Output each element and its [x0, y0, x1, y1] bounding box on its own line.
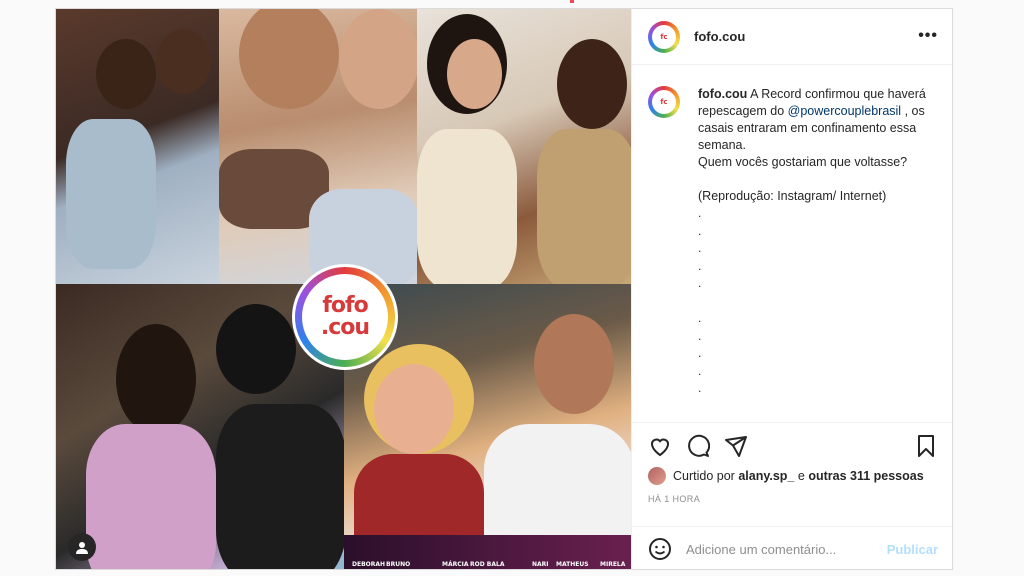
couple-tag: ROD BALA — [470, 561, 505, 568]
avatar[interactable]: fc — [648, 86, 680, 118]
comment-bar: Publicar — [632, 526, 952, 569]
caption-dot: . — [698, 276, 702, 290]
top-strip — [0, 0, 1024, 8]
bookmark-icon[interactable] — [914, 434, 938, 458]
likes-middle: e — [797, 469, 805, 483]
photo-panel-1 — [56, 9, 219, 284]
avatar-logo: fc — [652, 24, 676, 49]
post-sidebar: fc fofo.cou ••• fc fofo.cou A Record con… — [631, 9, 952, 569]
user-tag-icon[interactable] — [68, 533, 96, 561]
liker-avatar[interactable] — [648, 467, 666, 485]
fofo-cou-logo: fofo .cou — [292, 264, 398, 370]
comment-icon[interactable] — [686, 434, 710, 458]
emoji-icon[interactable] — [648, 537, 672, 561]
logo-text: .cou — [320, 315, 370, 340]
caption-line: Quem vocês gostariam que voltasse? — [698, 155, 908, 169]
caption-dot: . — [698, 381, 702, 395]
heart-icon[interactable] — [648, 434, 672, 458]
couple-tag: NARI — [532, 561, 549, 568]
post-header: fc fofo.cou ••• — [632, 9, 952, 65]
caption-text: fofo.cou A Record confirmou que haverá r… — [698, 86, 928, 205]
likes-prefix: Curtido por — [673, 469, 735, 483]
avatar[interactable]: fc — [648, 20, 680, 53]
caption-dot: . — [698, 311, 702, 325]
share-icon[interactable] — [724, 434, 748, 458]
caption-dot: . — [698, 346, 702, 360]
comment-input[interactable] — [686, 541, 887, 557]
caption-mention[interactable]: @powercouplebrasil — [788, 104, 901, 118]
couple-tag: MATHEUS — [556, 561, 589, 568]
couple-tag: DEBORAH — [352, 561, 386, 568]
caption-area: fc fofo.cou A Record confirmou que haver… — [632, 66, 952, 422]
header-username[interactable]: fofo.cou — [694, 29, 745, 44]
caption-dot: . — [698, 206, 702, 220]
caption-dot: . — [698, 363, 702, 378]
caption-dot: . — [698, 328, 702, 343]
couples-strip: DEBORAH BRUNO MÁRCIA ROD BALA NARI MATHE… — [344, 535, 631, 569]
post-card: DEBORAH BRUNO MÁRCIA ROD BALA NARI MATHE… — [55, 8, 953, 570]
post-image[interactable]: DEBORAH BRUNO MÁRCIA ROD BALA NARI MATHE… — [56, 9, 631, 569]
caption-username[interactable]: fofo.cou — [698, 87, 747, 101]
caption-dot: . — [698, 258, 702, 273]
post-time[interactable]: HÁ 1 HORA — [648, 494, 938, 504]
caption-dots: . . . . . . . . . . — [698, 205, 938, 398]
couple-tag: BRUNO — [386, 561, 411, 568]
caption-dot: . — [698, 241, 702, 255]
notification-dot — [570, 0, 574, 3]
photo-panel-2 — [219, 9, 417, 284]
couple-tag: MIRELA — [600, 561, 626, 568]
likes-others-link[interactable]: outras 311 pessoas — [808, 469, 923, 483]
caption-dot — [698, 293, 938, 311]
actions-bar: Curtido por alany.sp_ e outras 311 pesso… — [632, 422, 952, 504]
caption-line: (Reprodução: Instagram/ Internet) — [698, 189, 887, 203]
liker-username[interactable]: alany.sp_ — [738, 469, 794, 483]
logo-text: fofo — [322, 293, 368, 318]
more-icon[interactable]: ••• — [918, 27, 938, 45]
caption-dot: . — [698, 223, 702, 238]
publish-button[interactable]: Publicar — [887, 542, 938, 557]
avatar-logo: fc — [652, 90, 676, 114]
instagram-post-page: DEBORAH BRUNO MÁRCIA ROD BALA NARI MATHE… — [0, 0, 1024, 576]
likes-row: Curtido por alany.sp_ e outras 311 pesso… — [648, 467, 938, 485]
couple-tag: MÁRCIA — [442, 561, 469, 568]
photo-panel-3 — [417, 9, 631, 284]
